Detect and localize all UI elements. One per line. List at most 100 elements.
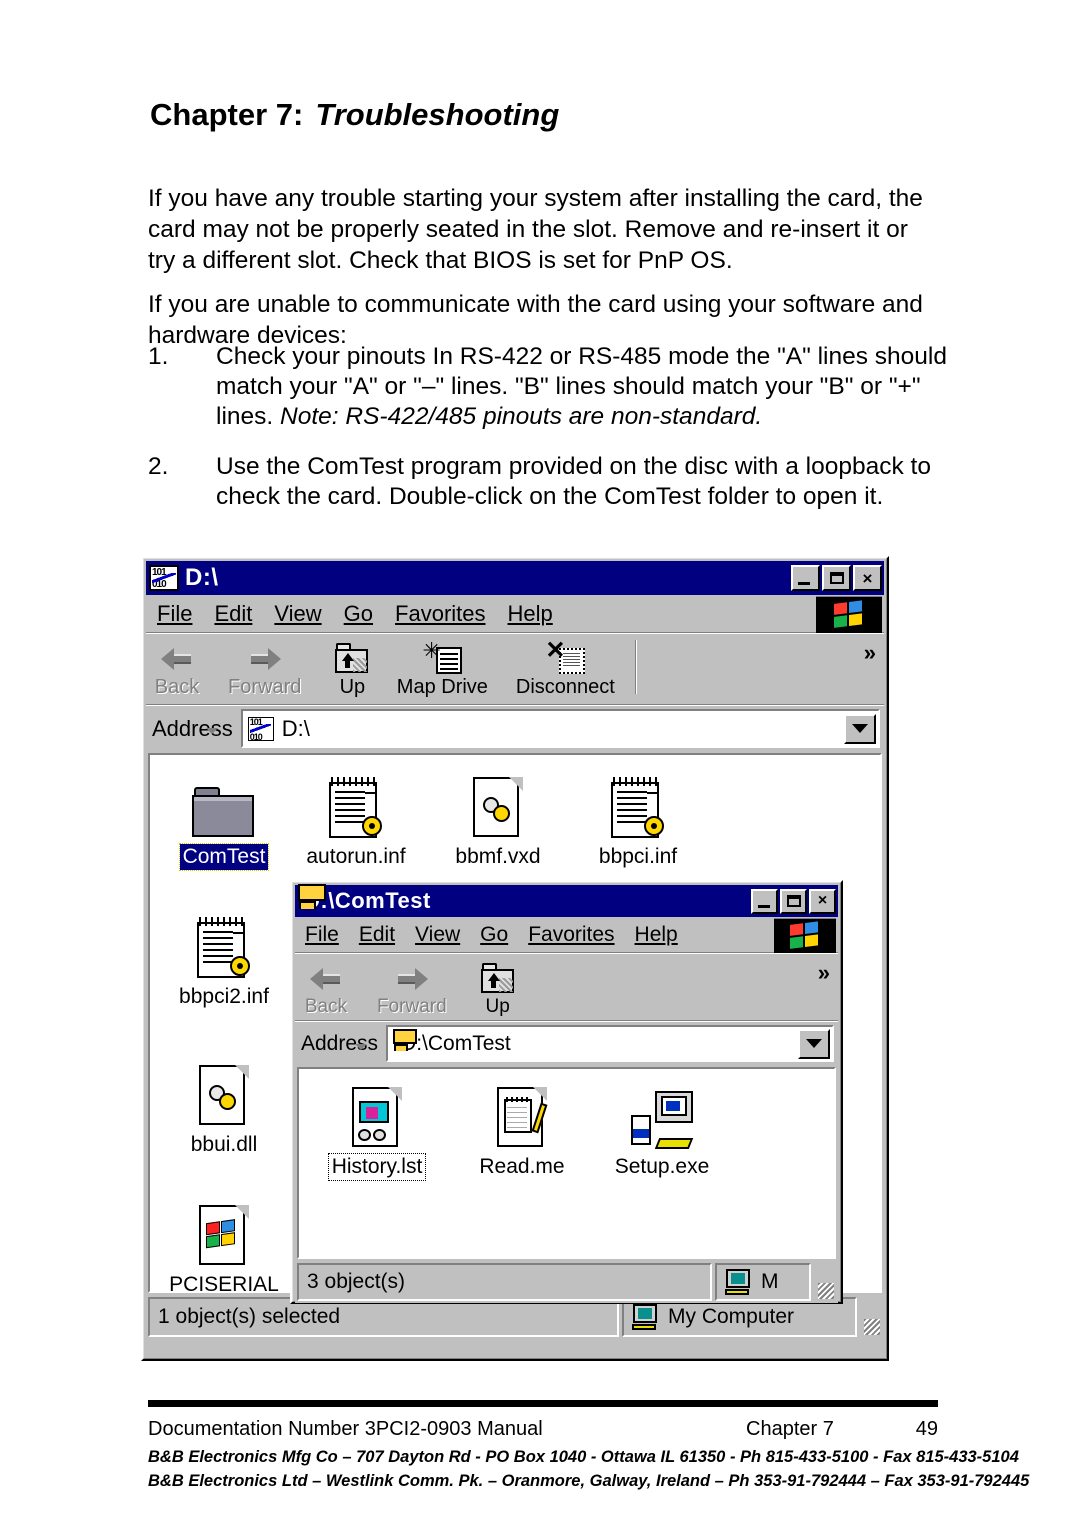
file-item-bbui-dll[interactable]: bbui.dll <box>164 1055 284 1158</box>
up-folder-icon <box>480 960 516 998</box>
footer-meta: Documentation Number 3PCI2-0903 Manual C… <box>148 1418 938 1441</box>
minimize-button[interactable] <box>751 888 778 914</box>
file-item-bbpci2-inf[interactable]: bbpci2.inf <box>164 907 284 1010</box>
page-title: Chapter 7: Troubleshooting <box>150 97 559 133</box>
back-button[interactable]: Back <box>146 638 208 699</box>
close-button[interactable]: × <box>853 565 882 591</box>
address-input[interactable]: 101 010 D:\ <box>240 709 880 748</box>
outer-toolbar: Back Forward Up ✳ Map Drive ✕ Disconnect… <box>146 633 884 734</box>
status-left: 3 object(s) <box>297 1263 712 1301</box>
dll-file-icon <box>164 1055 284 1127</box>
file-item-setup-exe[interactable]: Setup.exe <box>602 1077 722 1180</box>
map-drive-icon: ✳ <box>422 640 463 678</box>
list-item-number: 1. <box>148 343 169 370</box>
file-label: History.lst <box>327 1153 427 1181</box>
menu-edit[interactable]: Edit <box>349 923 405 947</box>
footer-address-us: B&B Electronics Mfg Co – 707 Dayton Rd -… <box>148 1448 1019 1466</box>
outer-titlebar[interactable]: 101 010 D:\ × <box>146 561 884 595</box>
address-dropdown-button[interactable] <box>844 713 876 744</box>
file-item-read-me[interactable]: Read.me <box>462 1077 582 1180</box>
list-item: 2. Use the ComTest program provided on t… <box>148 452 948 512</box>
address-label: Address <box>301 1031 379 1055</box>
toolbar-overflow-chevron-icon[interactable]: » <box>818 960 830 986</box>
inner-toolbar: Back Forward Up » <box>295 953 838 1050</box>
menu-view[interactable]: View <box>263 601 332 627</box>
menu-favorites[interactable]: Favorites <box>384 601 496 627</box>
forward-button[interactable]: Forward <box>371 958 453 1018</box>
maximize-button[interactable] <box>780 888 807 914</box>
file-label: PCISERIAL <box>169 1273 279 1293</box>
inf-file-icon <box>164 907 284 981</box>
inner-menubar: File Edit View Go Favorites Help <box>295 917 838 953</box>
file-item-autorun-inf[interactable]: autorun.inf <box>296 767 416 870</box>
file-item-history-lst[interactable]: History.lst <box>317 1077 437 1181</box>
address-value: D:\ComTest <box>401 1031 511 1055</box>
list-item-body: Use the ComTest program provided on the … <box>216 453 931 510</box>
address-input[interactable]: D:\ComTest <box>386 1025 834 1062</box>
up-button[interactable]: Up <box>321 638 383 699</box>
footer-address-ie: B&B Electronics Ltd – Westlink Comm. Pk.… <box>148 1472 1030 1490</box>
toolbar-overflow-chevron-icon[interactable]: » <box>864 640 876 666</box>
back-dropdown-icon[interactable] <box>355 1044 367 1050</box>
inner-titlebar[interactable]: D:\ComTest × <box>295 884 838 917</box>
inner-window-title: D:\ComTest <box>304 888 431 913</box>
disconnect-button[interactable]: ✕ Disconnect <box>501 638 629 699</box>
windows-logo-icon <box>774 918 836 953</box>
file-item-bbpci-inf[interactable]: bbpci.inf <box>578 767 698 870</box>
file-label: bbpci.inf <box>598 845 678 868</box>
outer-menubar: File Edit View Go Favorites Help <box>146 595 884 633</box>
footer-chapter: Chapter 7 <box>746 1418 834 1440</box>
setup-exe-icon <box>602 1077 722 1149</box>
menu-favorites[interactable]: Favorites <box>518 923 624 947</box>
menu-file[interactable]: File <box>146 601 203 627</box>
toolbar-separator <box>635 640 638 694</box>
forward-button[interactable]: Forward <box>222 638 307 699</box>
file-item-comtest[interactable]: ComTest <box>164 767 284 871</box>
status-right-label: M <box>761 1270 779 1293</box>
file-item-bbmf-vxd[interactable]: bbmf.vxd <box>438 767 558 870</box>
close-button[interactable]: × <box>809 888 836 914</box>
menu-view[interactable]: View <box>405 923 470 947</box>
footer-page-number: 49 <box>915 1418 938 1440</box>
inner-file-list[interactable]: History.lst Read.me Setup.exe <box>297 1067 836 1259</box>
history-file-icon <box>317 1077 437 1149</box>
file-label: autorun.inf <box>306 845 406 868</box>
menu-edit[interactable]: Edit <box>203 601 263 627</box>
back-button[interactable]: Back <box>295 958 357 1018</box>
address-label: Address <box>152 715 233 741</box>
windows-logo-icon <box>816 596 882 633</box>
readme-file-icon <box>462 1077 582 1149</box>
paragraph-intro: If you have any trouble starting your sy… <box>148 184 923 274</box>
outer-window-controls: × <box>791 565 882 591</box>
back-dropdown-icon[interactable] <box>206 728 218 734</box>
minimize-button[interactable] <box>791 565 820 591</box>
menu-go[interactable]: Go <box>470 923 518 947</box>
resize-grip[interactable] <box>814 1263 836 1301</box>
inner-statusbar: 3 object(s) M <box>295 1261 838 1303</box>
address-dropdown-button[interactable] <box>798 1028 830 1059</box>
chapter-label: Chapter 7: <box>150 97 304 132</box>
explorer-window-comtest: D:\ComTest × File Edit View Go Favorites… <box>290 880 843 1304</box>
maximize-button[interactable] <box>822 565 851 591</box>
menu-help[interactable]: Help <box>497 601 564 627</box>
menu-help[interactable]: Help <box>625 923 688 947</box>
my-computer-icon <box>632 1304 660 1330</box>
map-drive-button[interactable]: ✳ Map Drive <box>383 638 501 699</box>
file-label: ComTest <box>178 843 270 871</box>
file-item-pciserial[interactable]: PCISERIAL <box>164 1195 284 1293</box>
chapter-title: Troubleshooting <box>315 97 560 132</box>
inf-file-icon <box>578 767 698 841</box>
forward-arrow-icon <box>249 640 281 678</box>
disconnect-icon: ✕ <box>545 639 586 678</box>
menu-file[interactable]: File <box>295 923 349 947</box>
file-label: bbui.dll <box>190 1133 258 1156</box>
folder-icon <box>164 767 284 839</box>
up-button[interactable]: Up <box>467 958 529 1018</box>
back-arrow-icon <box>161 640 193 678</box>
resize-grip[interactable] <box>860 1297 882 1337</box>
inner-addressbar: Address D:\ComTest <box>295 1021 838 1065</box>
footer-doc-number: Documentation Number 3PCI2-0903 Manual <box>148 1418 543 1440</box>
data-disc-drive-icon: 101 010 <box>247 716 274 742</box>
back-arrow-icon <box>310 960 342 998</box>
menu-go[interactable]: Go <box>333 601 384 627</box>
